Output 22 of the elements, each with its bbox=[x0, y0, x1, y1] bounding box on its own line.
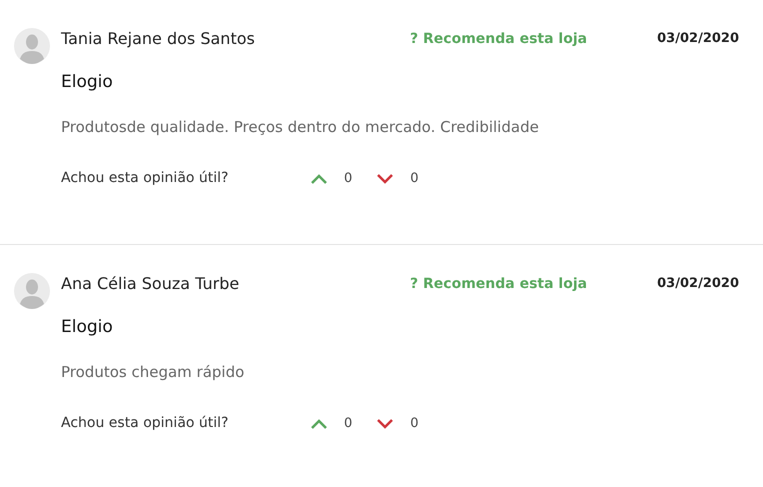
review-title: Elogio bbox=[61, 316, 113, 339]
upvote-count: 0 bbox=[344, 414, 352, 433]
author-name: Ana Célia Souza Turbe bbox=[61, 273, 240, 295]
avatar-icon bbox=[14, 273, 50, 309]
review-date: 03/02/2020 bbox=[657, 275, 739, 294]
review-text: Produtosde qualidade. Preços dentro do mercado. Credibilidade bbox=[61, 116, 539, 138]
downvote-count: 0 bbox=[410, 170, 419, 188]
downvote-count: 0 bbox=[410, 414, 419, 433]
review-text: Produtos chegam rápido bbox=[61, 362, 244, 382]
helpful-question: Achou esta opinião útil? bbox=[61, 169, 230, 188]
review-title: Elogio bbox=[61, 71, 113, 94]
recommend-label: ? Recomenda esta loja bbox=[410, 274, 588, 294]
chevron-down-icon bbox=[376, 172, 394, 184]
upvote-count: 0 bbox=[344, 170, 352, 188]
recommend-label: ? Recomenda esta loja bbox=[410, 30, 588, 48]
chevron-up-icon bbox=[310, 418, 328, 430]
review-date: 03/02/2020 bbox=[657, 30, 739, 48]
avatar-icon bbox=[14, 28, 50, 64]
author-name: Tania Rejane dos Santos bbox=[61, 28, 256, 50]
helpful-question: Achou esta opinião útil? bbox=[61, 414, 230, 433]
chevron-down-icon bbox=[376, 418, 394, 430]
chevron-up-icon bbox=[310, 172, 328, 184]
